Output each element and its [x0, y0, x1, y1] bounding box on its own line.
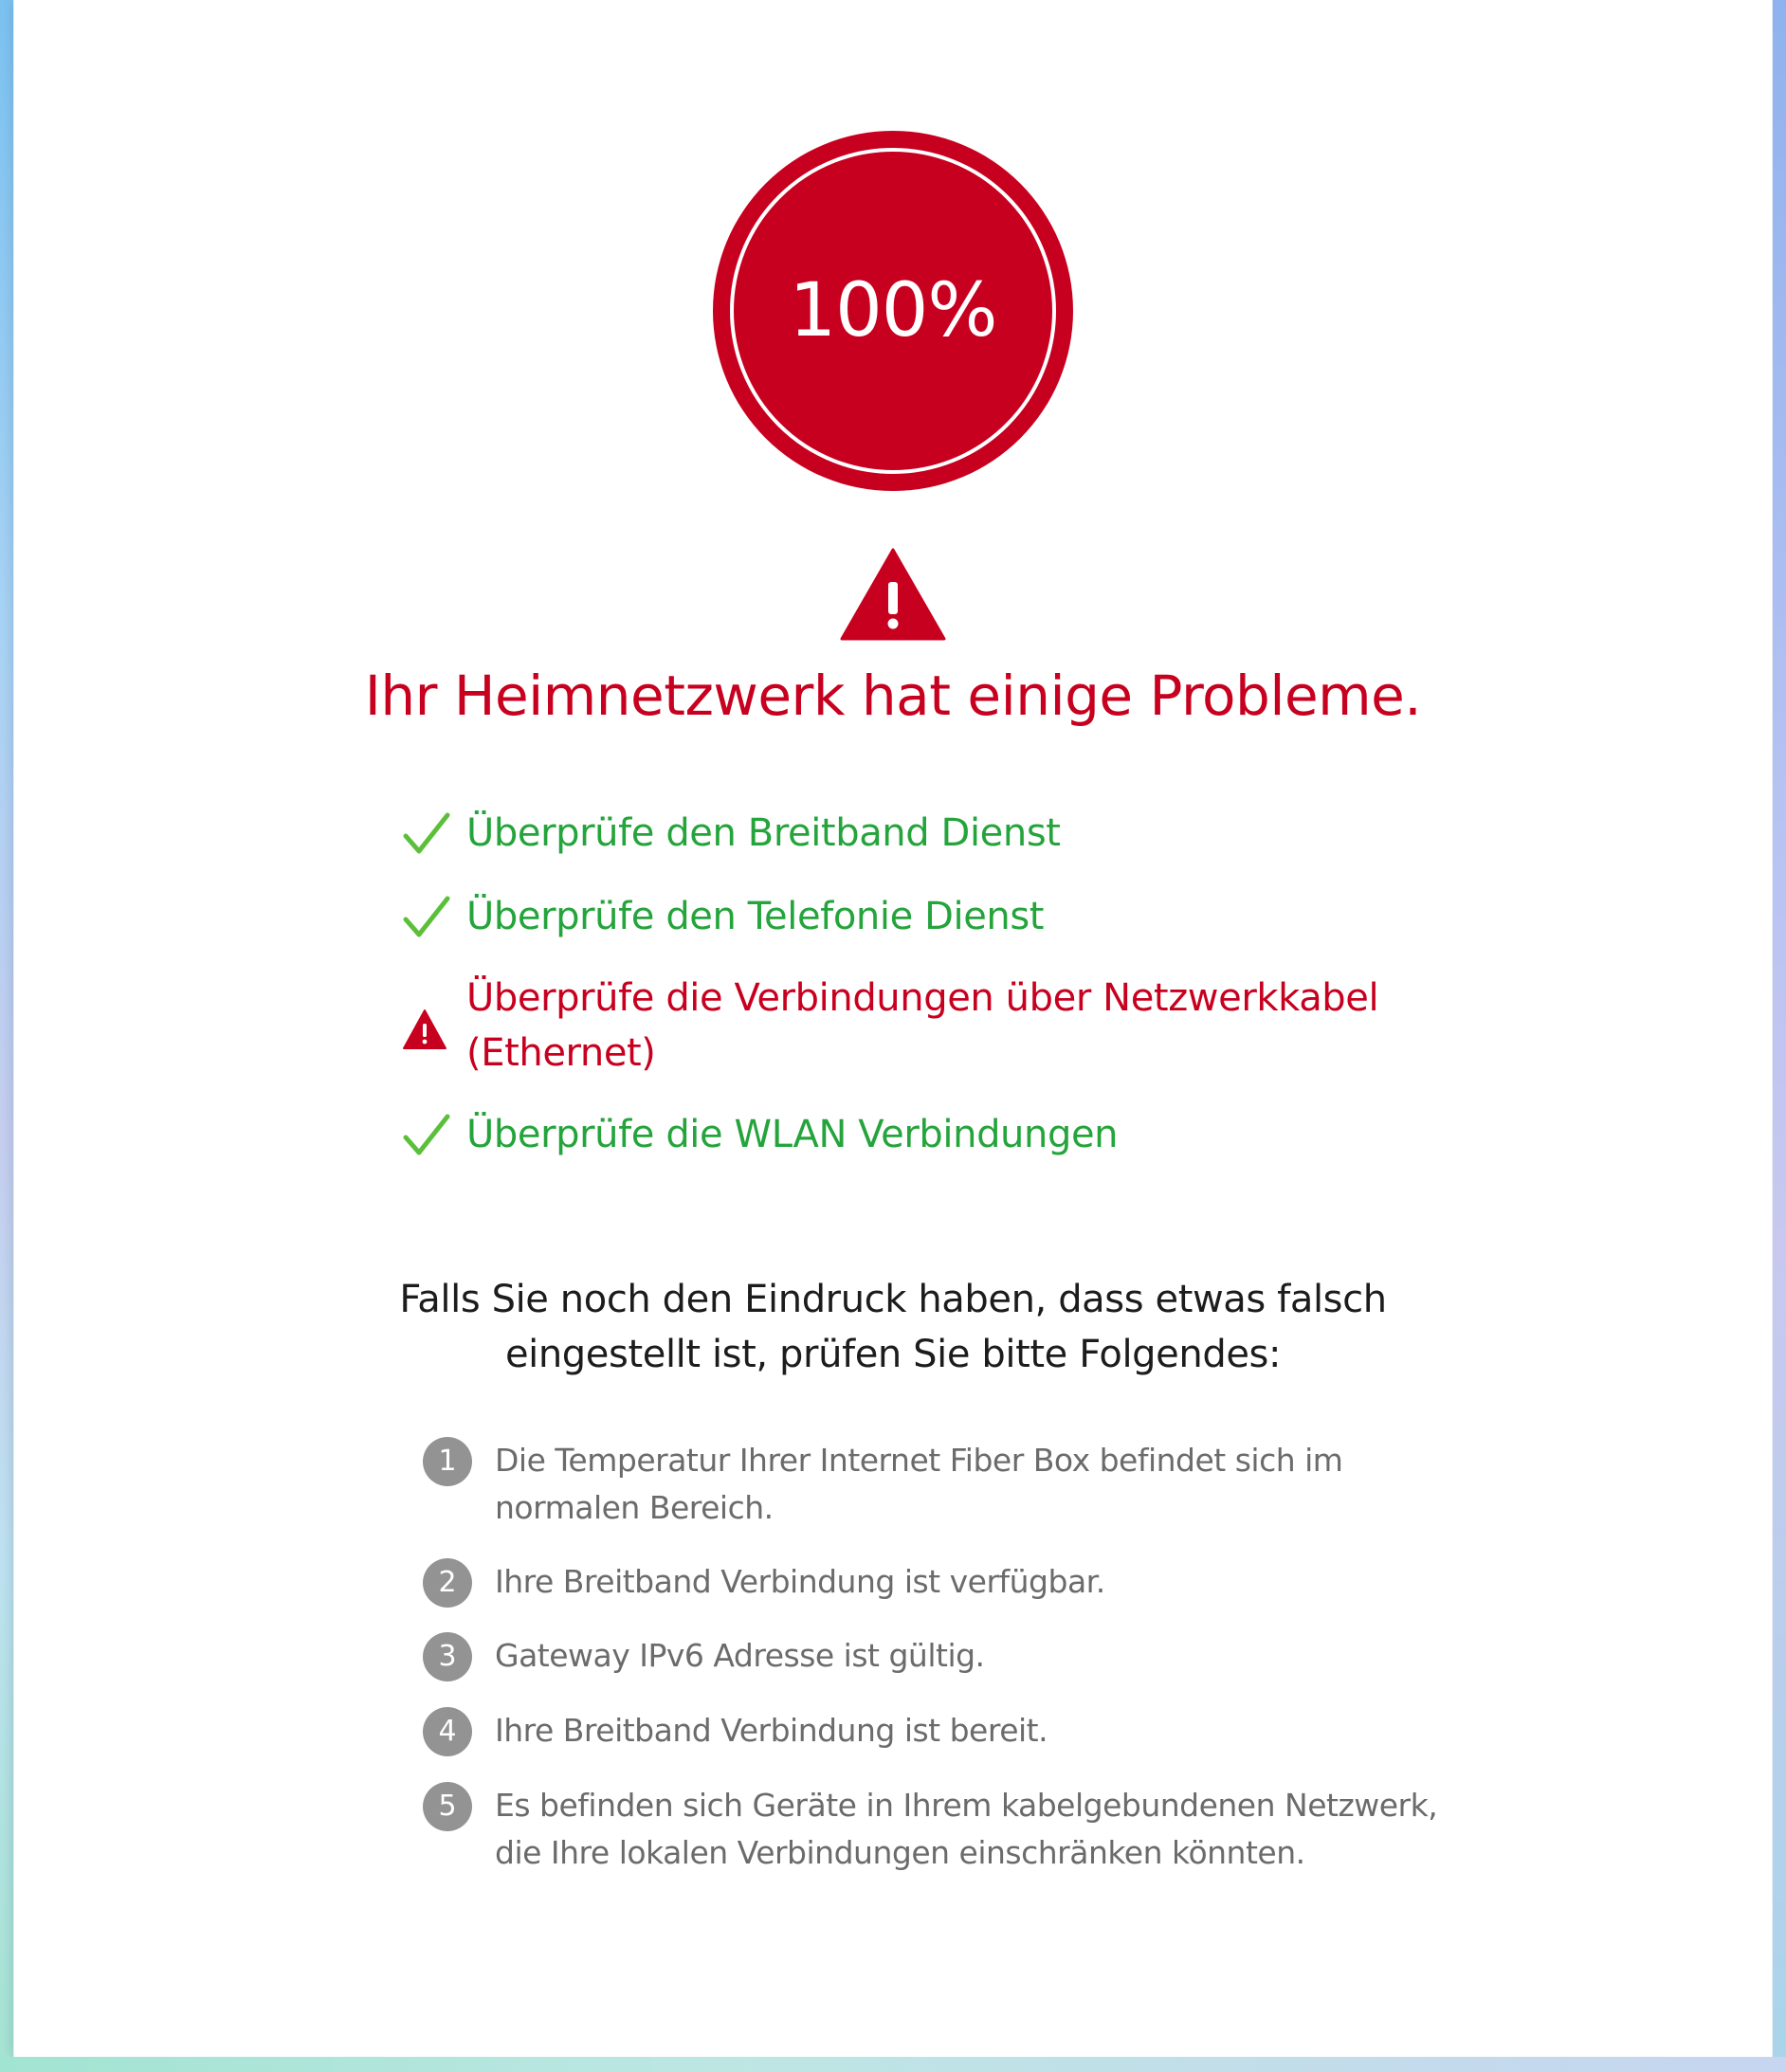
step-text: Gateway IPv6 Adresse ist gültig.: [495, 1637, 985, 1674]
checkmark-icon: [403, 896, 450, 937]
intro-line: Falls Sie noch den Eindruck haben, dass …: [399, 1278, 1387, 1321]
progress-value: 100%: [789, 268, 998, 354]
warning-triangle-icon: [840, 548, 946, 641]
step-number-badge: 3: [423, 1632, 472, 1681]
check-label: Überprüfe den Telefonie Dienst: [466, 895, 1045, 938]
warning-triangle-icon: [403, 1009, 446, 1049]
intro-text: Falls Sie noch den Eindruck haben, dass …: [0, 1272, 1786, 1382]
check-label: Überprüfe die WLAN Verbindungen: [466, 1113, 1119, 1156]
progress-circle: 100%: [713, 131, 1073, 491]
background-edge-right: [1773, 0, 1786, 2072]
step-text: Die Temperatur Ihrer Internet Fiber Box …: [495, 1442, 1343, 1526]
checkmark-icon: [403, 812, 450, 854]
step-number-badge: 2: [423, 1558, 472, 1608]
check-label: Überprüfe die Verbindungen über Netzwerk…: [466, 976, 1379, 1075]
step-number-badge: 5: [423, 1782, 472, 1831]
step-text: Ihre Breitband Verbindung ist verfügbar.: [495, 1563, 1105, 1600]
background-edge-bottom: [0, 2057, 1786, 2072]
step-number-badge: 4: [423, 1707, 472, 1756]
step-number-badge: 1: [423, 1437, 472, 1486]
intro-line: eingestellt ist, prüfen Sie bitte Folgen…: [504, 1333, 1282, 1376]
checkmark-icon: [403, 1114, 450, 1155]
check-label: Überprüfe den Breitband Dienst: [466, 811, 1061, 855]
step-text: Es befinden sich Geräte in Ihrem kabelge…: [495, 1787, 1438, 1871]
status-headline: Ihr Heimnetzwerk hat einige Probleme.: [364, 663, 1422, 728]
step-text: Ihre Breitband Verbindung ist bereit.: [495, 1712, 1048, 1749]
